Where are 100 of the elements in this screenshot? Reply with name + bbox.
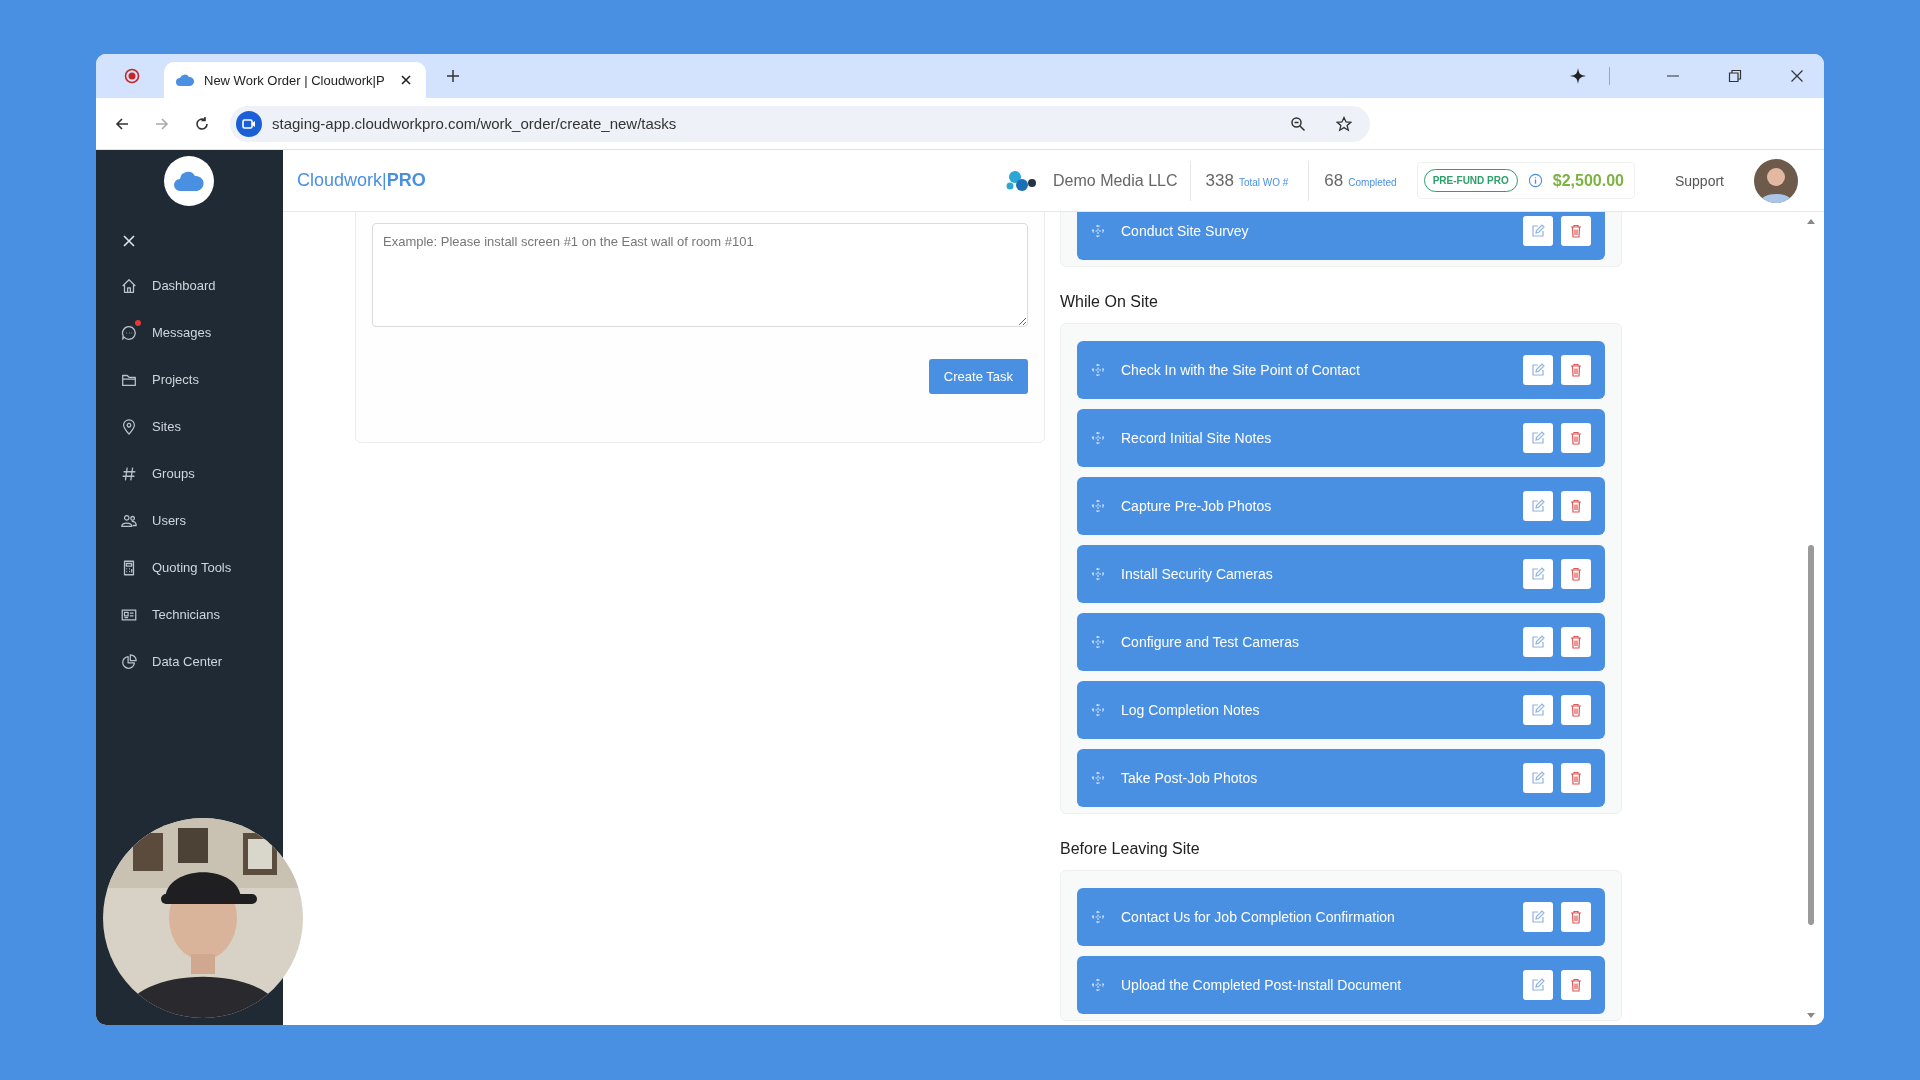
edit-button[interactable]	[1523, 216, 1553, 246]
nav-link[interactable]: Users	[152, 513, 186, 528]
pencil-icon	[1531, 499, 1545, 513]
pencil-icon	[1531, 363, 1545, 377]
close-icon[interactable]	[1790, 69, 1804, 83]
edit-button[interactable]	[1523, 695, 1553, 725]
task-title: Install Security Cameras	[1121, 566, 1273, 582]
scroll-up-icon[interactable]	[1806, 217, 1816, 225]
edit-button[interactable]	[1523, 355, 1553, 385]
pencil-icon	[1531, 567, 1545, 581]
move-icon[interactable]	[1091, 703, 1105, 717]
edit-button[interactable]	[1523, 627, 1553, 657]
delete-button[interactable]	[1561, 627, 1591, 657]
trash-icon	[1570, 978, 1582, 992]
nav-link[interactable]: Technicians	[152, 607, 220, 622]
pencil-icon	[1531, 703, 1545, 717]
move-icon[interactable]	[1091, 224, 1105, 238]
trash-icon	[1570, 499, 1582, 513]
stat-label: Total WO #	[1238, 176, 1289, 188]
section-title: While On Site	[1060, 293, 1159, 311]
edit-button[interactable]	[1523, 902, 1553, 932]
edit-button[interactable]	[1523, 970, 1553, 1000]
nav-link[interactable]: Dashboard	[152, 278, 216, 293]
pencil-icon	[1531, 431, 1545, 445]
record-icon[interactable]	[124, 68, 140, 84]
move-icon[interactable]	[1091, 910, 1105, 924]
delete-button[interactable]	[1561, 970, 1591, 1000]
balance-amount: $2,500.00	[1552, 171, 1624, 190]
pencil-icon	[1531, 771, 1545, 785]
delete-button[interactable]	[1561, 763, 1591, 793]
pie-chart-icon	[120, 652, 138, 671]
stat-value: 338	[1205, 170, 1234, 191]
sparkle-icon[interactable]	[1569, 67, 1587, 85]
edit-button[interactable]	[1523, 559, 1553, 589]
info-icon[interactable]	[1527, 173, 1543, 188]
edit-button[interactable]	[1523, 763, 1553, 793]
stat-label: Completed	[1348, 176, 1397, 188]
cloud-icon	[176, 74, 194, 86]
nav-link[interactable]: Quoting Tools	[152, 560, 232, 575]
trash-icon	[1570, 635, 1582, 649]
pencil-icon	[1531, 635, 1545, 649]
task-title: Upload the Completed Post-Install Document	[1121, 977, 1402, 993]
move-icon[interactable]	[1091, 635, 1105, 649]
tab-title: New Work Order | Cloudwork|P	[204, 72, 386, 88]
camera-icon	[236, 110, 262, 137]
trash-icon	[1570, 567, 1582, 581]
nav-link[interactable]: Groups	[152, 466, 195, 481]
chat-icon	[120, 323, 138, 342]
close-icon[interactable]	[400, 74, 412, 86]
task-title: Record Initial Site Notes	[1121, 430, 1272, 446]
company-name: Demo Media LLC	[1053, 171, 1178, 190]
back-icon[interactable]	[114, 115, 130, 132]
trash-icon	[1570, 771, 1582, 785]
trash-icon	[1570, 703, 1582, 717]
move-icon[interactable]	[1091, 499, 1105, 513]
reload-icon[interactable]	[194, 115, 210, 132]
star-icon[interactable]	[1336, 115, 1352, 132]
zoom-icon[interactable]	[1290, 115, 1306, 132]
task-title: Take Post-Job Photos	[1121, 770, 1258, 786]
browser-tab[interactable]: New Work Order | Cloudwork|P	[164, 62, 426, 98]
delete-button[interactable]	[1561, 695, 1591, 725]
delete-button[interactable]	[1561, 902, 1591, 932]
task-title: Configure and Test Cameras	[1121, 634, 1299, 650]
nav-link[interactable]: Data Center	[152, 654, 223, 669]
task-title: Conduct Site Survey	[1121, 223, 1249, 239]
move-icon[interactable]	[1091, 978, 1105, 992]
nav-link[interactable]: Projects	[152, 372, 199, 387]
restore-icon[interactable]	[1728, 69, 1742, 83]
pencil-icon	[1531, 910, 1545, 924]
pin-icon	[120, 417, 138, 436]
section-title: Before Leaving Site	[1060, 840, 1201, 858]
pencil-icon	[1531, 978, 1545, 992]
task-title: Contact Us for Job Completion Confirmation	[1121, 909, 1395, 925]
pencil-icon	[1531, 224, 1545, 238]
delete-button[interactable]	[1561, 216, 1591, 246]
move-icon[interactable]	[1091, 431, 1105, 445]
delete-button[interactable]	[1561, 355, 1591, 385]
delete-button[interactable]	[1561, 491, 1591, 521]
edit-button[interactable]	[1523, 423, 1553, 453]
task-title: Log Completion Notes	[1121, 702, 1260, 718]
delete-button[interactable]	[1561, 423, 1591, 453]
trash-icon	[1570, 224, 1582, 238]
move-icon[interactable]	[1091, 567, 1105, 581]
task-title: Capture Pre-Job Photos	[1121, 498, 1272, 514]
scroll-down-icon[interactable]	[1806, 1012, 1816, 1020]
edit-button[interactable]	[1523, 491, 1553, 521]
forward-icon[interactable]	[154, 115, 170, 132]
move-icon[interactable]	[1091, 363, 1105, 377]
additional-info-field[interactable]: Example: Please install screen #1 on the East wall of room #101	[372, 223, 1028, 327]
support-link[interactable]: Support	[1674, 172, 1724, 189]
trash-icon	[1570, 910, 1582, 924]
move-icon[interactable]	[1091, 771, 1105, 785]
new-tab-icon[interactable]	[446, 69, 460, 83]
delete-button[interactable]	[1561, 559, 1591, 589]
nav-link[interactable]: Sites	[152, 419, 181, 434]
avatar-icon[interactable]	[1754, 158, 1798, 203]
stat-value: 68	[1324, 170, 1344, 191]
logo-icon[interactable]	[164, 156, 214, 206]
nav-link[interactable]: Messages	[152, 325, 212, 340]
address-field[interactable]: staging-app.cloudworkpro.com/work_order/create_new/tasks	[230, 105, 1370, 142]
